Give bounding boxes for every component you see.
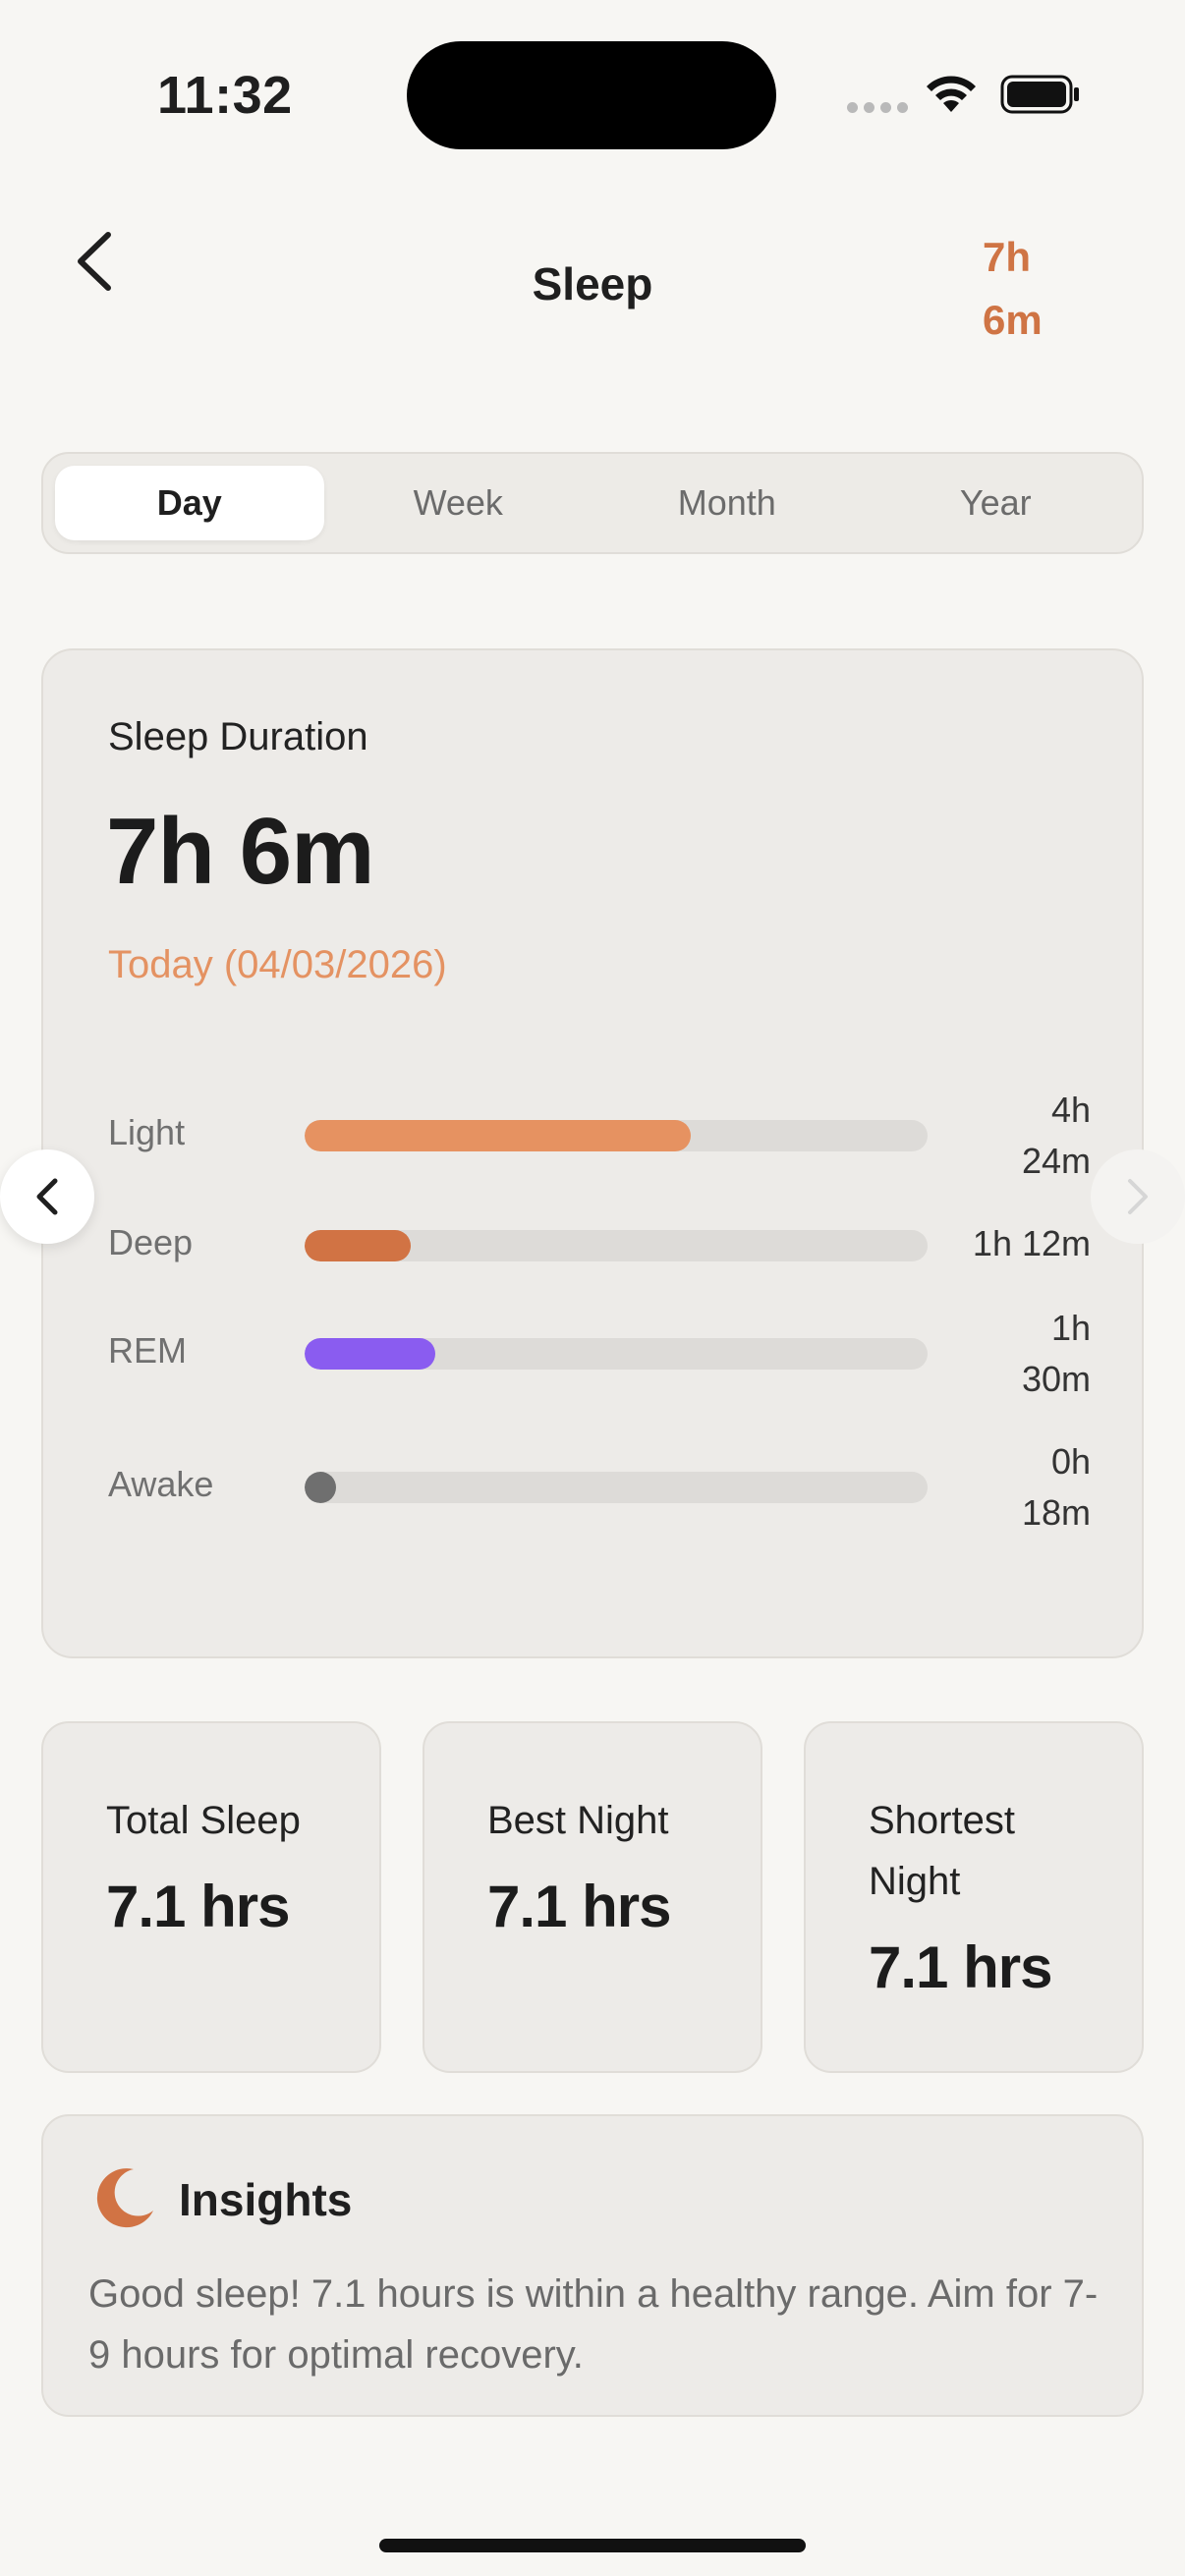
stage-time-line2: 30m [1021, 1359, 1091, 1399]
stage-time: 1h 30m [933, 1303, 1091, 1405]
next-day-button[interactable] [1091, 1149, 1185, 1244]
tab-day[interactable]: Day [55, 466, 324, 540]
tab-week[interactable]: Week [324, 466, 593, 540]
stat-label: Shortest Night [869, 1799, 1015, 1903]
stage-fill [305, 1338, 435, 1370]
stage-name: Light [108, 1112, 186, 1152]
sleep-duration-card: Sleep Duration 7h 6m Today (04/03/2026) … [41, 648, 1144, 1658]
insights-text: Good sleep! 7.1 hours is within a health… [88, 2272, 1099, 2377]
stage-time-line2: 18m [1021, 1492, 1091, 1533]
stage-time-line1: 4h [1050, 1090, 1091, 1130]
insights-title: Insights [179, 2174, 353, 2225]
stage-time-line1: 1h [1050, 1308, 1091, 1348]
chevron-left-icon [36, 1178, 58, 1215]
stage-row-rem: REM 1h 30m [108, 1303, 1091, 1411]
stage-time-line1: 0h [1050, 1441, 1091, 1482]
tab-year[interactable]: Year [862, 466, 1131, 540]
sleep-screen: 11:32 Sleep 7h 6m Day Week Month Year Sl… [0, 0, 1185, 2576]
period-segmented-control: Day Week Month Year [41, 452, 1144, 554]
stat-card-best-night: Best Night 7.1 hrs [423, 1721, 762, 2073]
sleep-duration-label: Sleep Duration [108, 715, 368, 758]
header-total-hours: 7h [983, 234, 1032, 280]
tab-month[interactable]: Month [592, 466, 862, 540]
stat-card-total-sleep: Total Sleep 7.1 hrs [41, 1721, 381, 2073]
stage-time-line2: 24m [1021, 1141, 1091, 1181]
dynamic-island [407, 41, 776, 149]
stage-fill [305, 1472, 336, 1503]
stage-row-light: Light 4h 24m [108, 1085, 1091, 1193]
stat-value: 7.1 hrs [487, 1874, 671, 1939]
home-indicator[interactable] [379, 2539, 806, 2552]
wifi-icon [927, 76, 976, 112]
status-time: 11:32 [157, 66, 293, 125]
stat-card-shortest-night: Shortest Night 7.1 hrs [804, 1721, 1144, 2073]
stage-track [305, 1230, 928, 1261]
stage-time: 1h 12m [894, 1218, 1091, 1269]
stage-time-line1: 1h 12m [972, 1223, 1091, 1263]
stage-track [305, 1120, 928, 1151]
insights-card: Insights Good sleep! 7.1 hours is within… [41, 2114, 1144, 2417]
stage-name: Deep [108, 1222, 194, 1262]
stage-fill [305, 1120, 691, 1151]
sleep-date: Today (04/03/2026) [108, 943, 447, 986]
stage-time: 0h 18m [933, 1436, 1091, 1539]
moon-icon [96, 2168, 153, 2228]
previous-day-button[interactable] [0, 1149, 94, 1244]
stat-value: 7.1 hrs [869, 1934, 1052, 2000]
sleep-duration-value: 7h 6m [106, 799, 374, 904]
stage-time: 4h 24m [933, 1085, 1091, 1187]
stat-label: Total Sleep [106, 1799, 301, 1842]
battery-icon [1000, 75, 1079, 114]
stage-name: REM [108, 1330, 187, 1371]
stage-row-awake: Awake 0h 18m [108, 1436, 1091, 1544]
stat-value: 7.1 hrs [106, 1874, 290, 1939]
stage-name: Awake [108, 1464, 214, 1504]
header-total-duration: 7h 6m [983, 226, 1100, 352]
stage-row-deep: Deep 1h 12m [108, 1218, 1091, 1269]
stage-track [305, 1338, 928, 1370]
stage-track [305, 1472, 928, 1503]
stat-label: Best Night [487, 1799, 669, 1842]
cellular-signal-icon [847, 102, 908, 113]
stage-fill [305, 1230, 411, 1261]
chevron-right-icon [1128, 1179, 1148, 1214]
header-total-minutes: 6m [983, 297, 1043, 343]
